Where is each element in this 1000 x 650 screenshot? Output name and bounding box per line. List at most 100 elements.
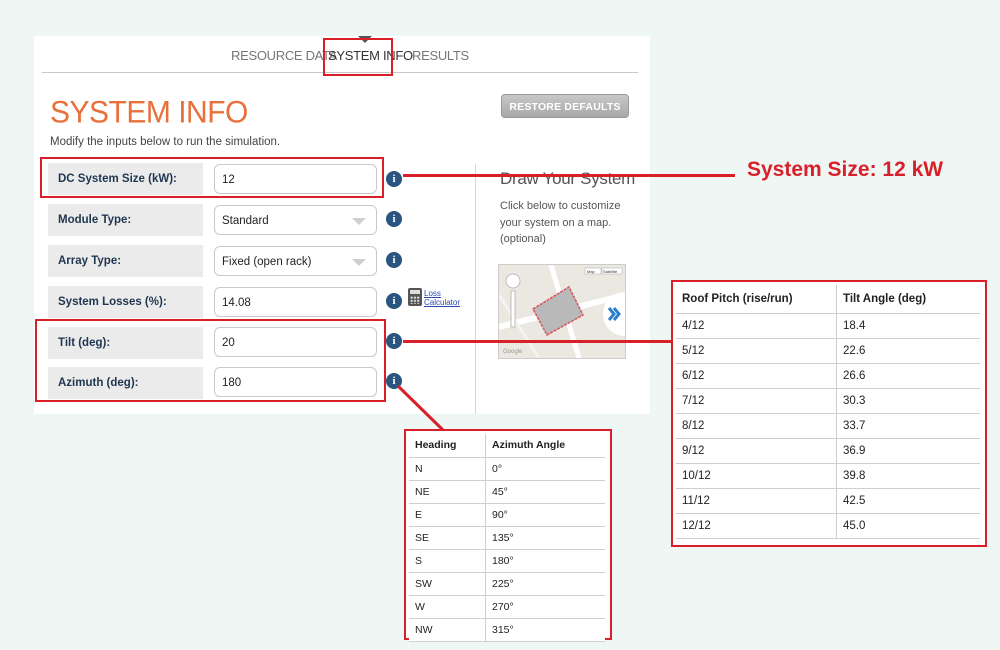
connector-azimuth (396, 384, 446, 433)
table-header-cell: Heading (409, 434, 486, 458)
table-cell: 9/12 (676, 438, 837, 464)
map-google-logo: Google (503, 349, 523, 355)
array-type-select[interactable]: Fixed (open rack) (214, 246, 377, 276)
table-cell: 45.0 (836, 513, 980, 539)
connector-system-size (403, 174, 735, 177)
loss-calculator-link-line2: Calculator (424, 298, 461, 307)
azimuth-heading-table: Heading Azimuth Angle N 0° NE 45° E 90° SE 1… (404, 429, 612, 642)
column-divider (475, 164, 476, 414)
tilt-info-icon[interactable]: i (386, 333, 402, 349)
draw-system-title: Draw Your System (500, 169, 636, 188)
table-cell: N (409, 457, 486, 481)
highlight-tilt-azimuth (35, 319, 386, 402)
loss-calculator-link[interactable]: Loss Calculator (424, 289, 460, 307)
calculator-icon[interactable] (408, 288, 422, 306)
table-cell: E (409, 503, 486, 527)
table-header-row: Roof Pitch (rise/run) Tilt Angle (deg) (676, 285, 980, 314)
system-losses-label: System Losses (%): (58, 296, 167, 308)
table-cell: 10/12 (676, 463, 837, 489)
table-row: 4/12 18.4 (676, 313, 980, 339)
page-title: SYSTEM INFO (50, 95, 248, 130)
table-cell: 12/12 (676, 513, 837, 539)
table-row: N 0° (409, 457, 605, 481)
map-button-map[interactable]: Map (587, 269, 596, 274)
module-type-value: Standard (222, 215, 269, 227)
table-cell: 22.6 (836, 338, 980, 364)
highlight-system-info-tab (323, 38, 393, 76)
system-losses-info-icon[interactable]: i (386, 293, 402, 309)
restore-defaults-button[interactable]: RESTORE DEFAULTS (501, 94, 629, 118)
table-cell: 30.3 (836, 388, 980, 414)
chevron-down-icon (352, 218, 366, 225)
table-cell: 33.7 (836, 413, 980, 439)
table-row: NE 45° (409, 480, 605, 504)
table-cell: 18.4 (836, 313, 980, 339)
table-cell: 45° (485, 480, 605, 504)
dc-system-size-info-icon[interactable]: i (386, 171, 402, 187)
table-cell: 0° (485, 457, 605, 481)
table-cell: S (409, 549, 486, 573)
table-cell: 270° (485, 595, 605, 619)
map-thumbnail[interactable]: Map Satellite Google (498, 264, 626, 359)
system-losses-value: 14.08 (222, 297, 251, 309)
map-thumbnail-graphic: Map Satellite Google (499, 265, 625, 358)
table-cell: NE (409, 480, 486, 504)
table-row: W 270° (409, 595, 605, 619)
table-cell: 36.9 (836, 438, 980, 464)
table-header-cell: Roof Pitch (rise/run) (676, 285, 837, 314)
table-cell: 11/12 (676, 488, 837, 514)
table-cell: W (409, 595, 486, 619)
tab-resource-data[interactable]: RESOURCE DATA (231, 48, 337, 63)
table-cell: 90° (485, 503, 605, 527)
table-row: 11/12 42.5 (676, 488, 980, 514)
table-row: 5/12 22.6 (676, 338, 980, 364)
table-cell: 180° (485, 549, 605, 573)
table-row: 6/12 26.6 (676, 363, 980, 389)
array-type-value: Fixed (open rack) (222, 256, 312, 268)
table-cell: 5/12 (676, 338, 837, 364)
table-row: 8/12 33.7 (676, 413, 980, 439)
table-cell: NW (409, 618, 486, 642)
connector-tilt (403, 340, 673, 343)
array-type-info-icon[interactable]: i (386, 252, 402, 268)
highlight-dc-system-size (40, 157, 384, 198)
array-type-label-cell: Array Type: (48, 245, 203, 277)
table-row: SE 135° (409, 526, 605, 550)
module-type-select[interactable]: Standard (214, 205, 377, 235)
system-losses-input[interactable]: 14.08 (214, 287, 377, 317)
module-type-label-cell: Module Type: (48, 204, 203, 236)
roof-pitch-table: Roof Pitch (rise/run) Tilt Angle (deg) 4… (671, 280, 987, 547)
table-cell: SW (409, 572, 486, 596)
table-cell: 7/12 (676, 388, 837, 414)
table-cell: 315° (485, 618, 605, 642)
table-cell: SE (409, 526, 486, 550)
table-header-cell: Azimuth Angle (485, 434, 605, 458)
array-type-label: Array Type: (58, 255, 122, 267)
table-row: 10/12 39.8 (676, 463, 980, 489)
table-header-row: Heading Azimuth Angle (409, 434, 605, 458)
system-losses-label-cell: System Losses (%): (48, 286, 203, 318)
table-cell: 135° (485, 526, 605, 550)
loss-calculator-link-line1: Loss (424, 289, 441, 298)
draw-system-description: Click below to customize your system on … (500, 200, 621, 245)
map-button-satellite[interactable]: Satellite (603, 269, 618, 274)
table-row: SW 225° (409, 572, 605, 596)
table-row: 12/12 45.0 (676, 513, 980, 539)
table-row: NW 315° (409, 618, 605, 642)
table-cell: 26.6 (836, 363, 980, 389)
module-type-info-icon[interactable]: i (386, 211, 402, 227)
tab-results[interactable]: RESULTS (412, 48, 469, 63)
module-type-label: Module Type: (58, 214, 132, 226)
table-cell: 39.8 (836, 463, 980, 489)
table-row: E 90° (409, 503, 605, 527)
table-header-cell: Tilt Angle (deg) (836, 285, 980, 314)
table-cell: 6/12 (676, 363, 837, 389)
chevron-down-icon (352, 259, 366, 266)
system-size-annotation: System Size: 12 kW (747, 158, 944, 181)
table-cell: 225° (485, 572, 605, 596)
table-cell: 4/12 (676, 313, 837, 339)
table-cell: 8/12 (676, 413, 837, 439)
table-row: S 180° (409, 549, 605, 573)
page-subtitle: Modify the inputs below to run the simul… (50, 136, 281, 148)
table-cell: 42.5 (836, 488, 980, 514)
